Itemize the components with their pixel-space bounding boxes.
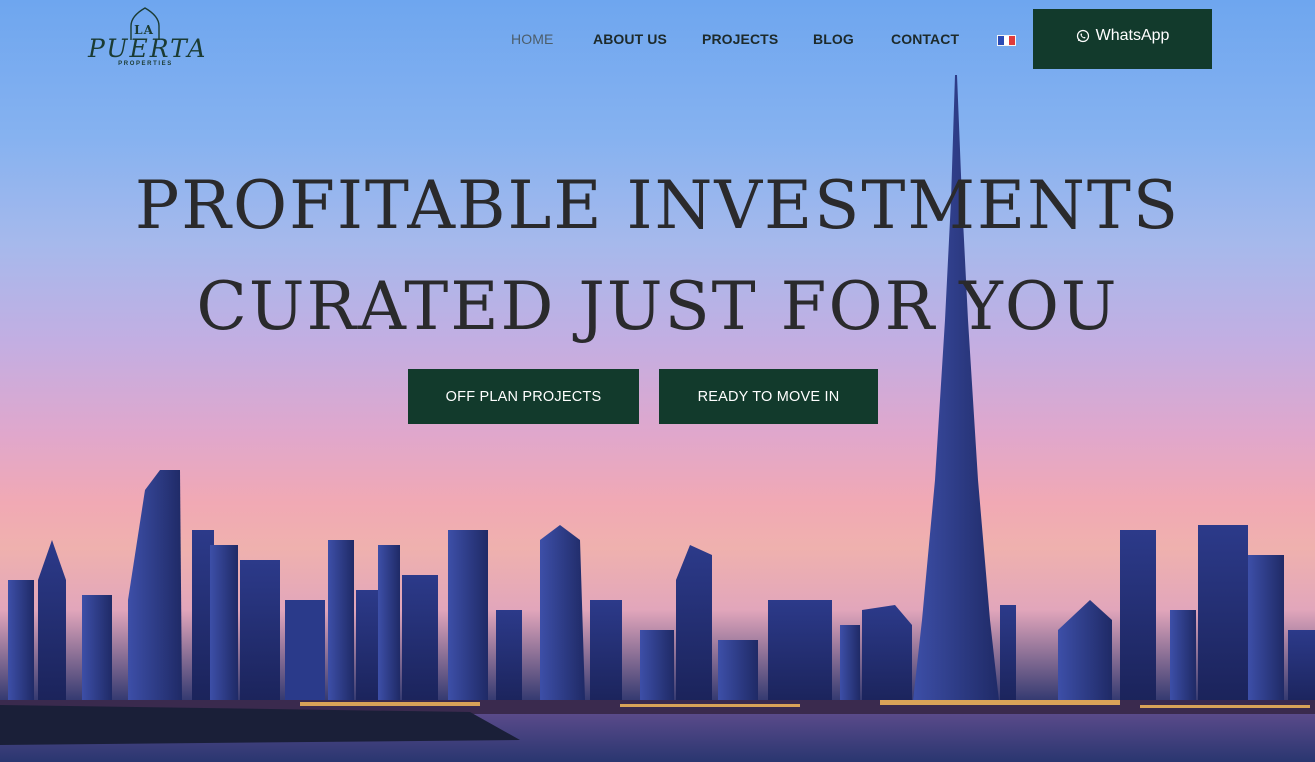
flag-france-icon[interactable] bbox=[997, 35, 1016, 46]
hero-section: LA PUERTA PROPERTIES HOME ABOUT US PROJE… bbox=[0, 0, 1315, 762]
city-skyline-image bbox=[0, 75, 1315, 762]
off-plan-projects-button[interactable]: OFF PLAN PROJECTS bbox=[408, 369, 639, 424]
nav-projects[interactable]: PROJECTS bbox=[702, 31, 778, 47]
nav-home[interactable]: HOME bbox=[511, 31, 553, 47]
whatsapp-button[interactable]: WhatsApp bbox=[1033, 9, 1212, 69]
nav-contact[interactable]: CONTACT bbox=[891, 31, 959, 47]
whatsapp-icon bbox=[1076, 29, 1089, 43]
hero-headline-line-2: CURATED JUST FOR YOU bbox=[196, 268, 1119, 345]
nav-about-us[interactable]: ABOUT US bbox=[593, 31, 667, 47]
logo-sub-text: PROPERTIES bbox=[118, 61, 173, 67]
ready-to-move-in-button[interactable]: READY TO MOVE IN bbox=[659, 369, 878, 424]
nav-blog[interactable]: BLOG bbox=[813, 31, 854, 47]
whatsapp-label: WhatsApp bbox=[1095, 27, 1170, 44]
hero-headline-line-1: PROFITABLE INVESTMENTS bbox=[134, 167, 1181, 244]
